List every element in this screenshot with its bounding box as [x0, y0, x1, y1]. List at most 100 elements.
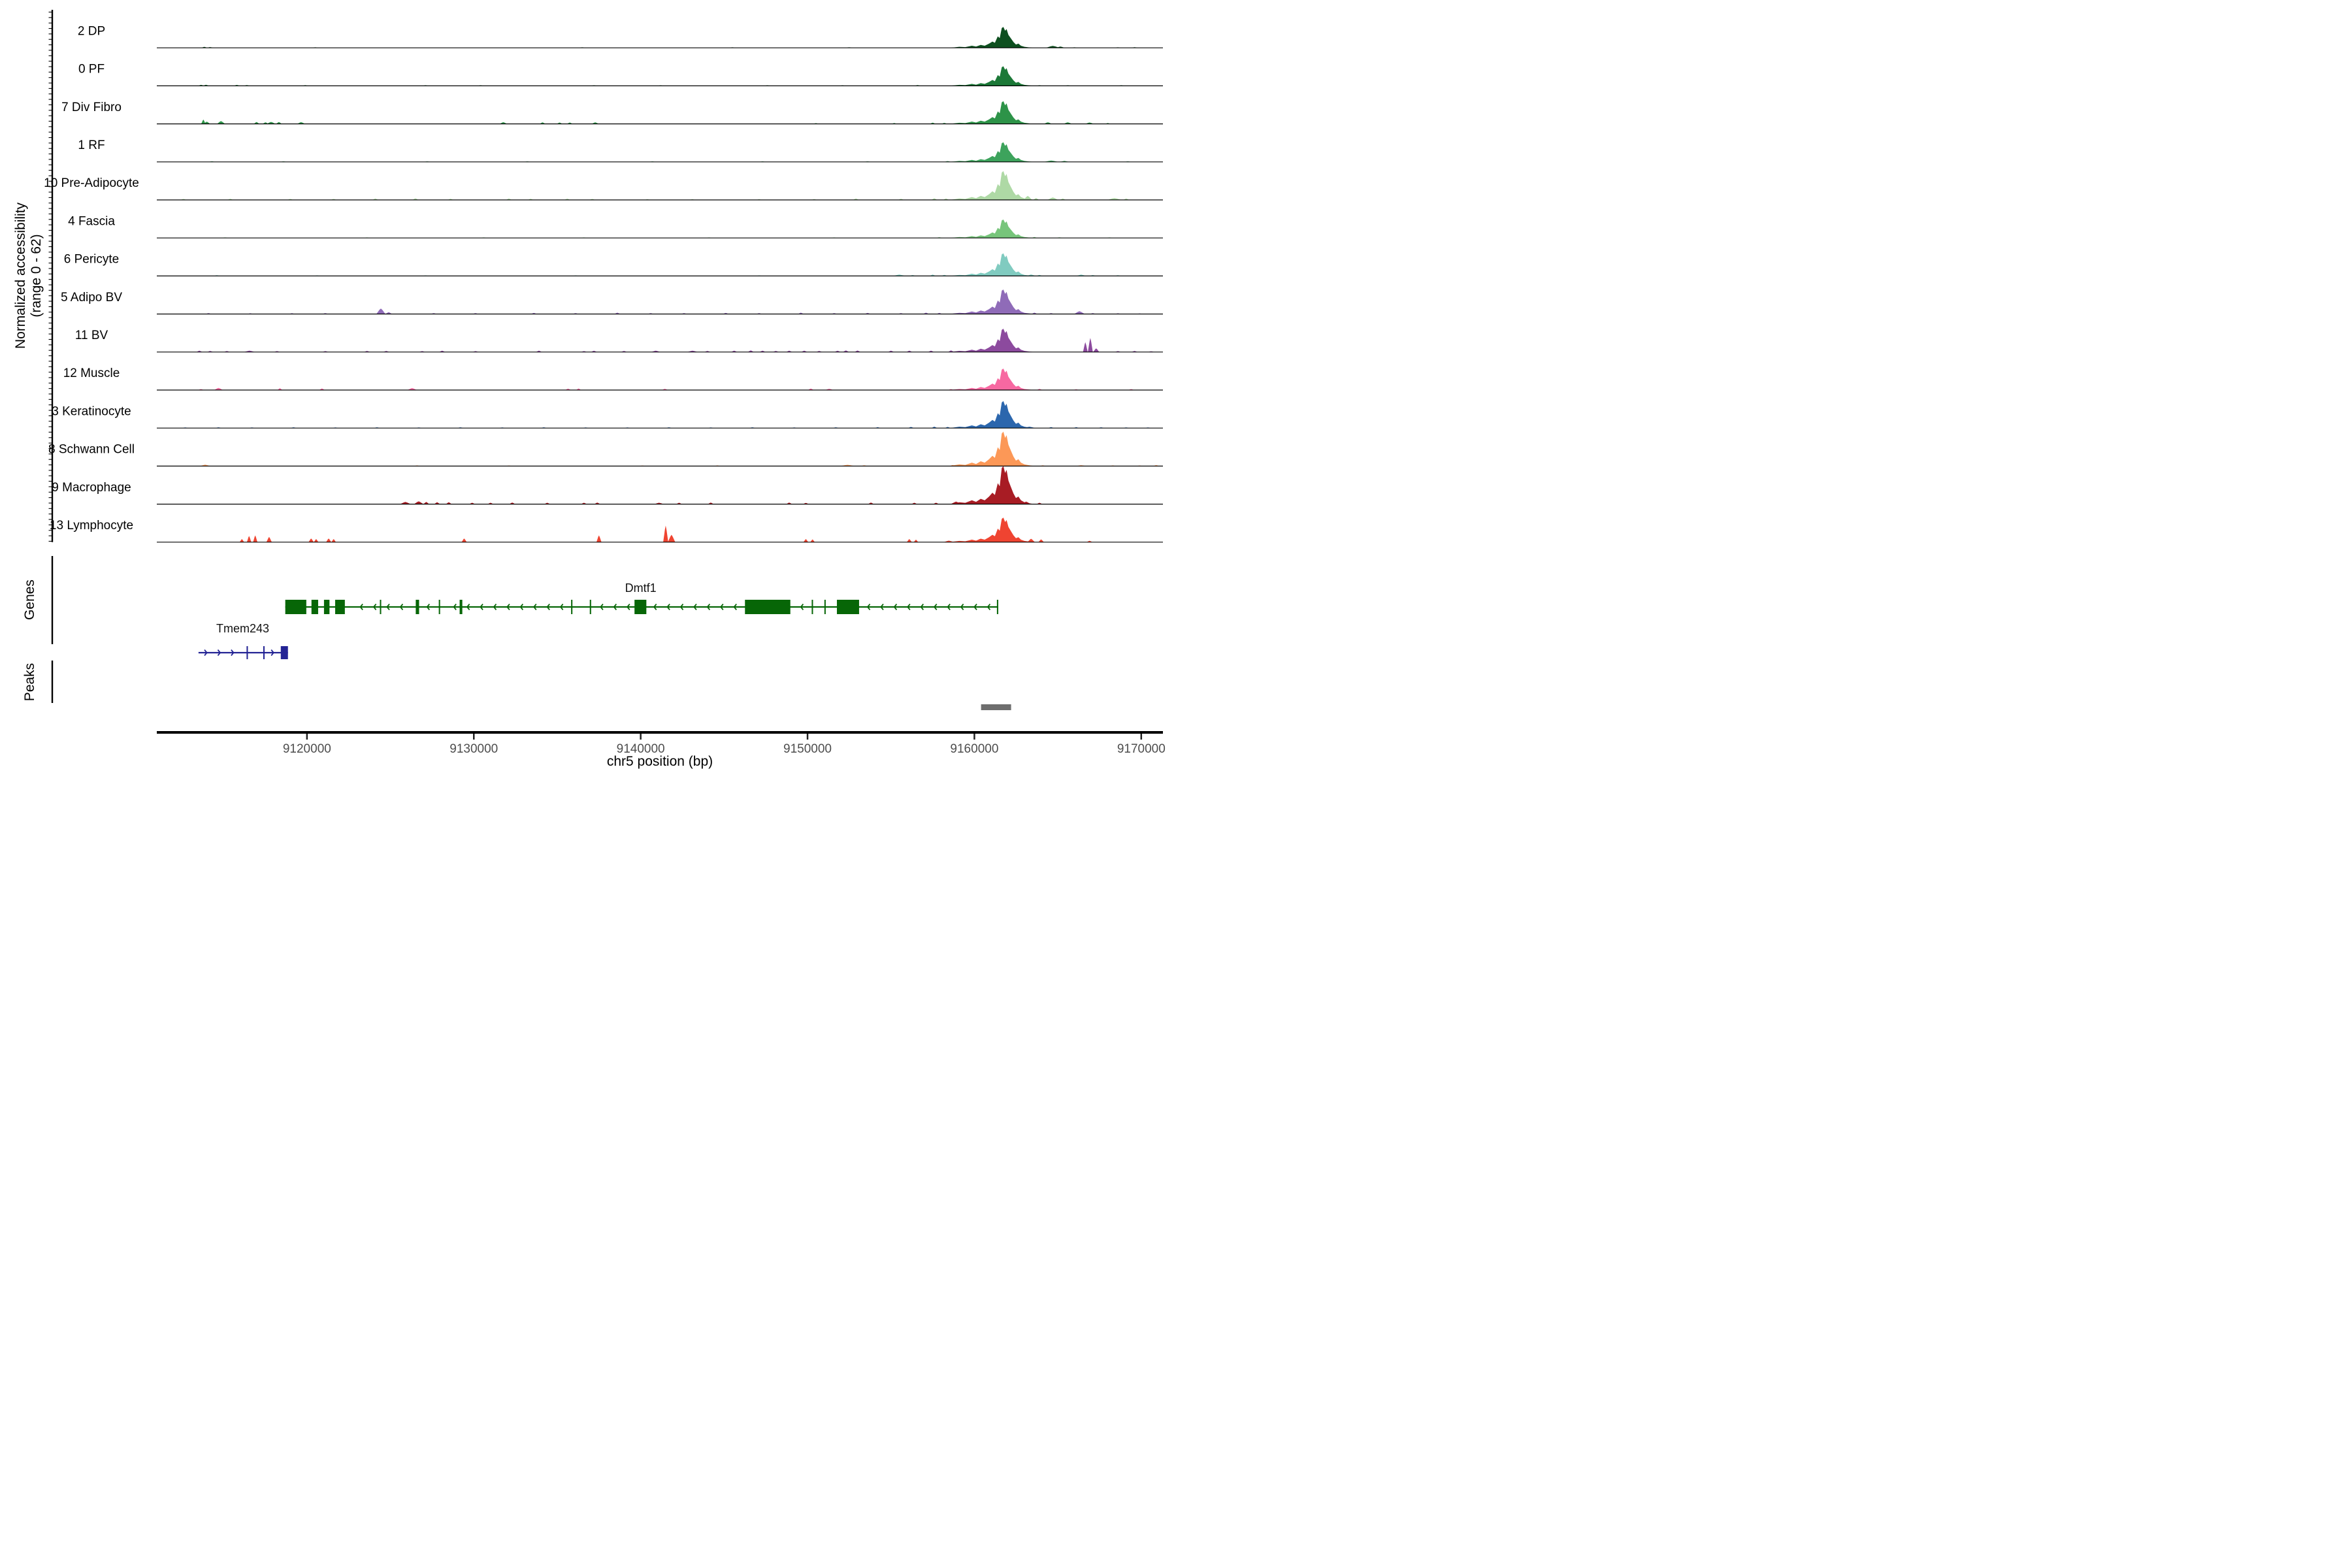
coverage-bump	[267, 537, 272, 542]
gene-exon	[312, 600, 318, 614]
coverage-bump	[1093, 348, 1099, 352]
coverage-bump	[240, 539, 244, 542]
track-row-3-keratinocyte: 3 Keratinocyte	[52, 401, 1163, 428]
gene-model-dmtf1: Dmtf1	[286, 581, 998, 614]
track-row-7-div-fibro: 7 Div Fibro	[61, 101, 1163, 124]
gene-exon	[380, 600, 381, 614]
track-row-6-pericyte: 6 Pericyte	[64, 253, 1163, 276]
coverage-bump	[314, 539, 319, 542]
coverage-bump	[247, 536, 252, 542]
gene-exon	[997, 600, 998, 614]
tracks-panel: 2 DP 0 PF 7 Div Fibro 1 RF 10 Pre-Adipocyte 4…	[44, 24, 1163, 542]
gene-model-tmem243: Tmem243	[199, 622, 288, 659]
track-row-9-macrophage: 9 Macrophage	[52, 466, 1163, 504]
genes-section-label: Genes	[22, 580, 37, 620]
track-row-5-adipo-bv: 5 Adipo BV	[61, 289, 1163, 314]
x-axis-title: chr5 position (bp)	[607, 754, 713, 769]
coverage-bump	[907, 539, 912, 542]
coverage-bump	[217, 121, 225, 123]
track-row-12-muscle: 12 Muscle	[63, 367, 1163, 390]
coverage-bump	[804, 539, 808, 542]
coverage-bump	[1088, 338, 1093, 352]
track-label: 12 Muscle	[63, 367, 120, 380]
gene-exon	[324, 600, 329, 614]
coverage-area	[949, 329, 1034, 352]
track-row-8-schwann-cell: 8 Schwann Cell	[48, 432, 1163, 466]
accessibility-axis-bracket	[49, 10, 53, 542]
peaks-panel	[52, 661, 1011, 710]
y-axis-label-line2: (range 0 - 62)	[29, 234, 44, 317]
gene-exon	[837, 600, 859, 614]
track-label: 0 PF	[78, 63, 105, 76]
gene-exon	[416, 600, 419, 614]
x-axis-tick-label: 9150000	[783, 742, 832, 756]
coverage-bump	[462, 538, 467, 542]
coverage-bump	[376, 308, 385, 314]
gene-exon	[460, 600, 463, 614]
coverage-bump	[810, 540, 815, 542]
gene-exon	[286, 600, 306, 614]
coverage-area	[949, 401, 1034, 428]
x-axis-tick-label: 9130000	[449, 742, 498, 756]
peaks-section-label: Peaks	[22, 663, 37, 701]
coverage-area	[949, 101, 1034, 124]
coverage-area	[949, 27, 1034, 48]
coverage-area	[949, 66, 1034, 86]
coverage-bump	[1024, 196, 1032, 200]
track-row-2-dp: 2 DP	[78, 24, 1163, 48]
coverage-area	[949, 142, 1034, 162]
gene-exon	[281, 646, 288, 659]
gene-exon	[246, 646, 248, 659]
x-axis-tick-label: 9160000	[950, 742, 998, 756]
gene-exon	[811, 600, 813, 614]
gene-exon	[263, 646, 265, 659]
coverage-bump	[414, 501, 423, 504]
track-row-10-pre-adipocyte: 10 Pre-Adipocyte	[44, 171, 1163, 200]
track-label: 13 Lymphocyte	[50, 519, 133, 532]
track-label: 6 Pericyte	[64, 253, 119, 267]
track-row-1-rf: 1 RF	[78, 139, 1163, 162]
coverage-area	[949, 171, 1034, 200]
x-axis: 9120000913000091400009150000916000091700…	[157, 732, 1166, 756]
coverage-area	[949, 220, 1034, 238]
track-label: 2 DP	[78, 24, 105, 38]
x-axis-tick-label: 9120000	[283, 742, 331, 756]
peak-call-box	[981, 704, 1011, 710]
gene-exon	[335, 600, 345, 614]
gene-name-label: Dmtf1	[625, 581, 657, 595]
x-axis-tick-label: 9170000	[1117, 742, 1166, 756]
track-label: 11 BV	[75, 329, 108, 342]
gene-name-label: Tmem243	[216, 622, 269, 635]
coverage-area	[949, 253, 1034, 276]
coverage-bump	[331, 539, 336, 542]
coverage-bump	[596, 536, 602, 542]
track-row-11-bv: 11 BV	[75, 329, 1163, 352]
coverage-bump	[1028, 539, 1035, 542]
track-label: 1 RF	[78, 139, 105, 152]
y-axis-label-line1: Normalized accessibility	[13, 202, 28, 349]
coverage-plot-svg: 2 DP 0 PF 7 Div Fibro 1 RF 10 Pre-Adipocyte 4…	[0, 0, 1176, 784]
coverage-area	[949, 517, 1034, 542]
coverage-bump	[1039, 540, 1044, 542]
coverage-area	[949, 466, 1034, 504]
track-label: 7 Div Fibro	[61, 101, 122, 114]
coverage-bump	[253, 536, 257, 542]
gene-exon	[634, 600, 646, 614]
track-row-0-pf: 0 PF	[78, 63, 1163, 86]
track-label: 9 Macrophage	[52, 481, 131, 495]
coverage-bump	[668, 535, 675, 542]
track-row-4-fascia: 4 Fascia	[68, 214, 1163, 238]
track-row-13-lymphocyte: 13 Lymphocyte	[50, 517, 1163, 542]
coverage-figure: 2 DP 0 PF 7 Div Fibro 1 RF 10 Pre-Adipocyte 4…	[0, 0, 1176, 784]
coverage-bump	[308, 538, 314, 542]
gene-exon	[825, 600, 826, 614]
coverage-bump	[1074, 311, 1085, 314]
genes-panel: Dmtf1 Tmem243	[52, 556, 998, 659]
gene-exon	[590, 600, 591, 614]
track-label: 4 Fascia	[68, 214, 115, 228]
gene-exon	[571, 600, 572, 614]
track-label: 8 Schwann Cell	[48, 443, 135, 457]
track-label: 5 Adipo BV	[61, 291, 122, 304]
coverage-bump	[1083, 342, 1088, 352]
coverage-area	[949, 432, 1034, 466]
